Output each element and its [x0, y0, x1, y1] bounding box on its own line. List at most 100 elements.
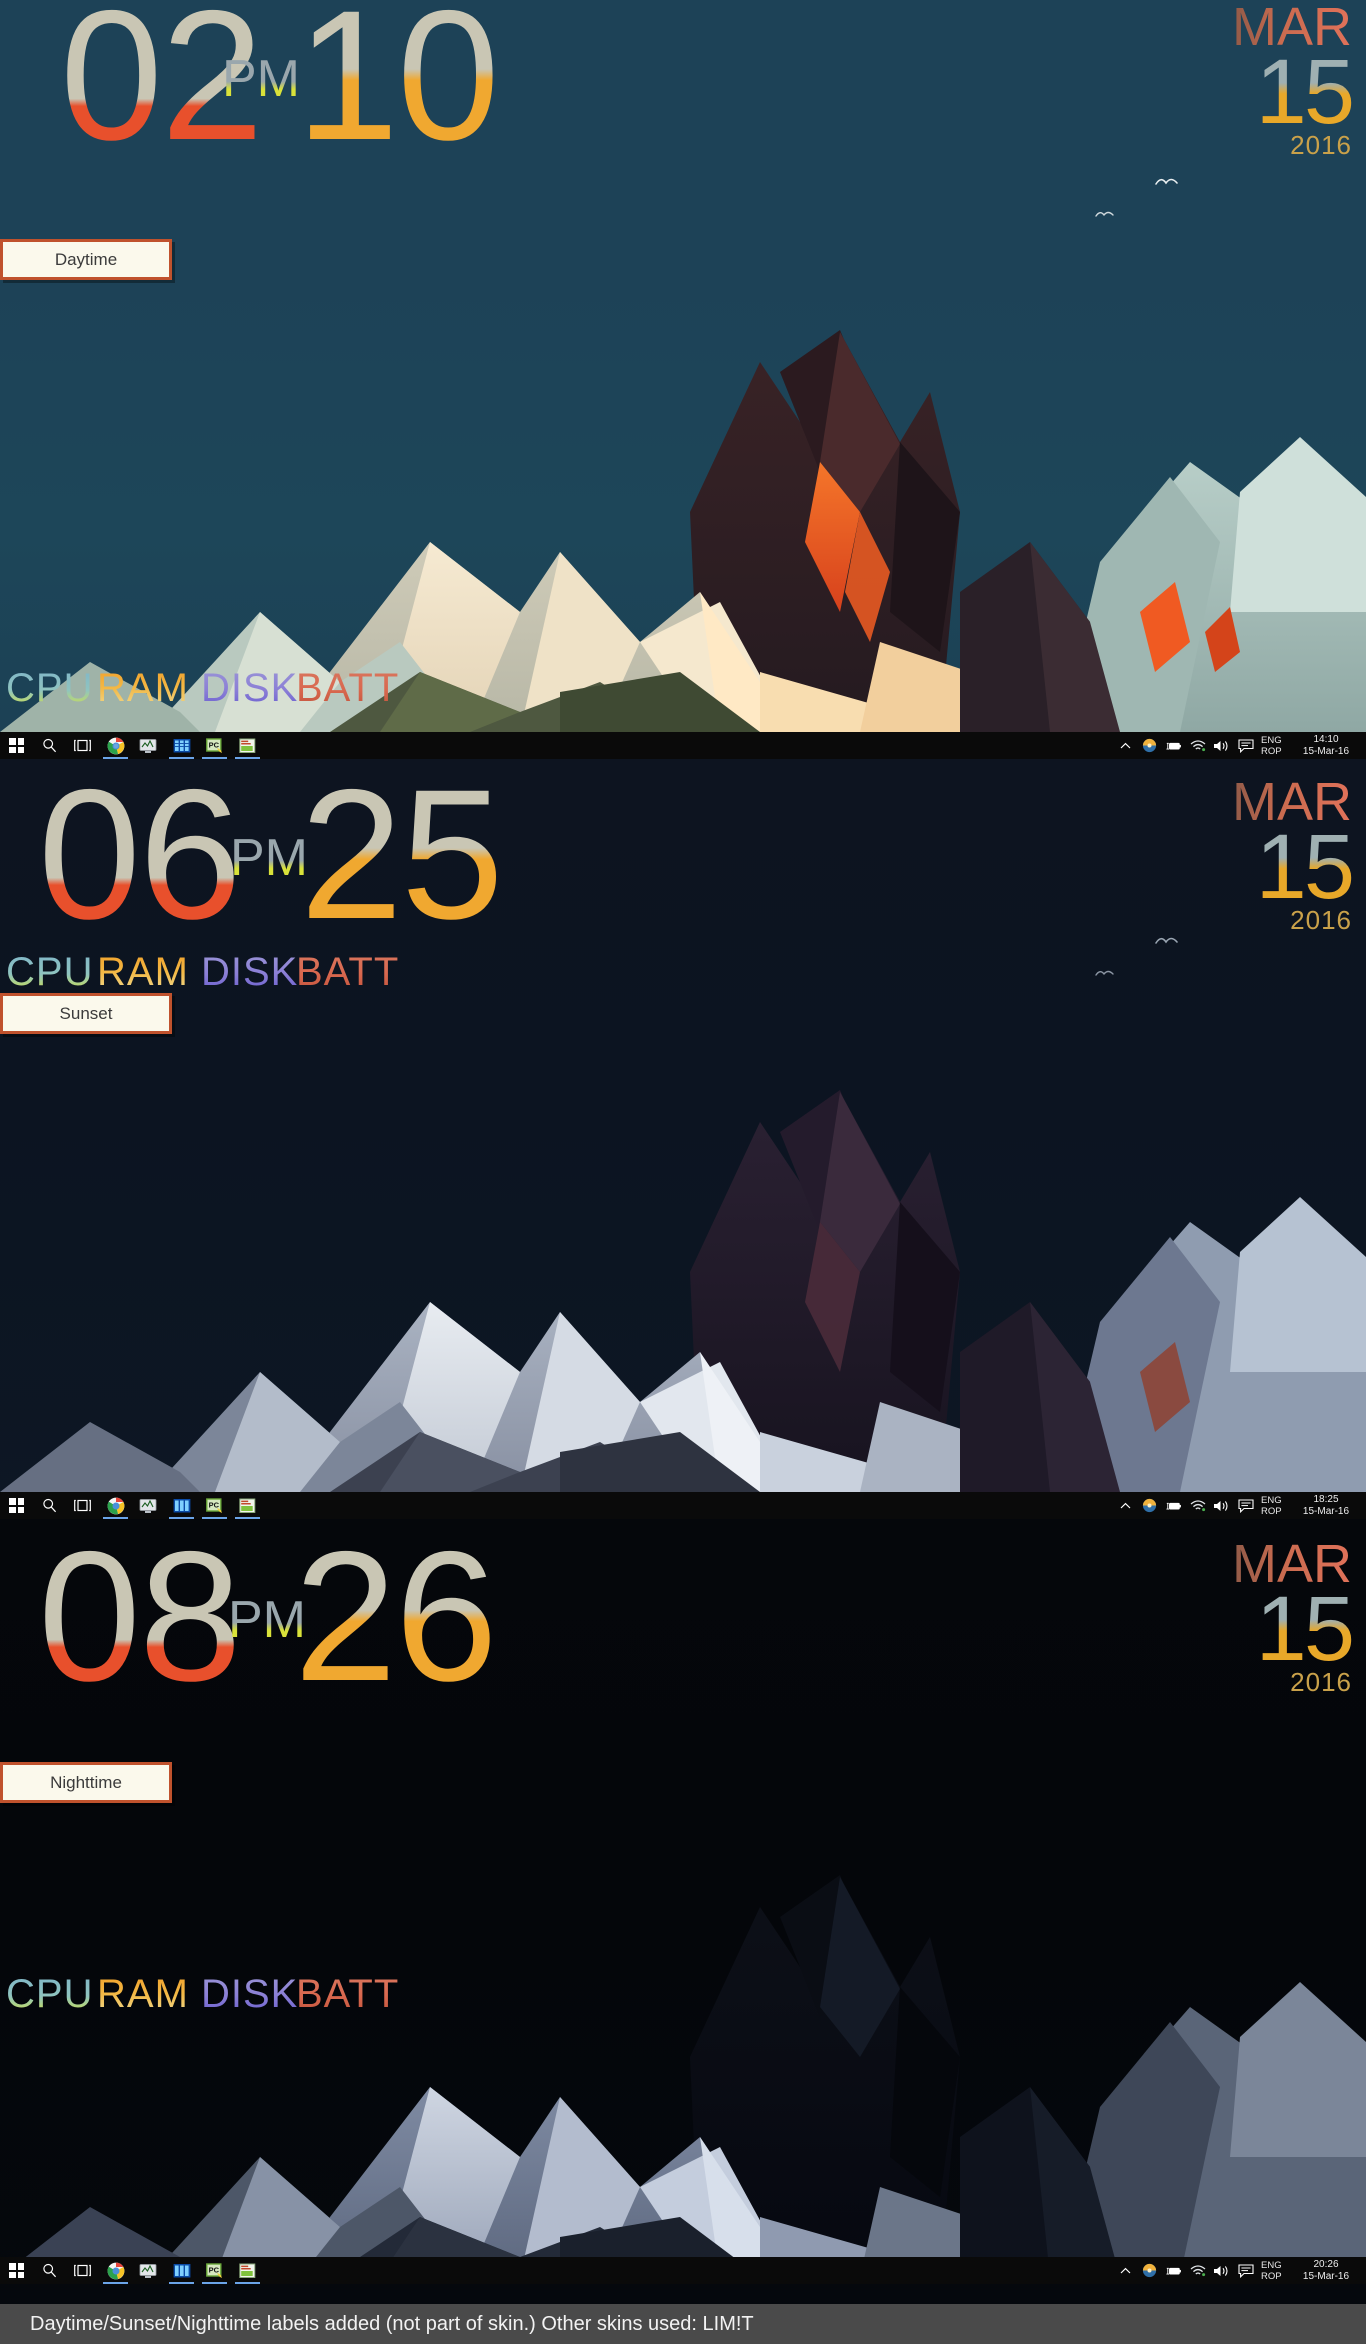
task-manager-button[interactable]: [165, 1492, 198, 1519]
search-button[interactable]: [33, 1492, 66, 1519]
bird-icon: [1155, 178, 1178, 185]
taskbar-clock[interactable]: 14:10 15-Mar-16: [1294, 734, 1358, 758]
taskbar-open-indicator: [202, 1517, 227, 1519]
weather-icon[interactable]: [1141, 1497, 1158, 1514]
task-manager-icon: [173, 2263, 190, 2277]
chrome-taskbar-button[interactable]: [99, 732, 132, 759]
task-view-button[interactable]: [66, 2257, 99, 2284]
action-center-icon[interactable]: [1237, 2262, 1254, 2279]
task-manager-button[interactable]: [165, 2257, 198, 2284]
task-view-button[interactable]: [66, 732, 99, 759]
taskbar-open-indicator: [202, 757, 227, 759]
taskbar-date: 15-Mar-16: [1302, 1505, 1350, 1517]
chart-app-button[interactable]: [231, 2257, 264, 2284]
battery-icon[interactable]: [1165, 1497, 1182, 1514]
taskbar-sunset[interactable]: PC ENG ROP 18:25 15-Mar-16: [0, 1492, 1366, 1519]
taskbar-time: 14:10: [1313, 733, 1339, 745]
chrome-taskbar-button[interactable]: [99, 2257, 132, 2284]
meter-label-disk: DISK: [201, 950, 299, 994]
task-view-icon: [74, 739, 91, 752]
taskbar-clock[interactable]: 20:26 15-Mar-16: [1294, 2259, 1358, 2283]
pc-app-button[interactable]: PC: [198, 2257, 231, 2284]
svg-text:PC: PC: [208, 740, 219, 749]
taskbar-empty-area[interactable]: [264, 732, 1117, 759]
volume-icon[interactable]: [1213, 2262, 1230, 2279]
chart-app-button[interactable]: [231, 1492, 264, 1519]
desktop-panel-sunset: 06 PM 25 MAR 15 2016 CPU RAM DISK BATT S…: [0, 759, 1366, 1519]
system-tray-sunset[interactable]: ENG ROP 18:25 15-Mar-16: [1117, 1492, 1366, 1519]
pc-icon: PC: [205, 737, 222, 753]
start-button[interactable]: [0, 2257, 33, 2284]
meter-label-cpu: CPU: [6, 950, 94, 994]
taskbar-date: 15-Mar-16: [1302, 2270, 1350, 2282]
annotation-label-nighttime: Nighttime: [0, 1762, 172, 1803]
wifi-icon[interactable]: [1189, 737, 1206, 754]
taskbar-empty-area[interactable]: [264, 1492, 1117, 1519]
task-view-icon: [74, 2264, 91, 2277]
start-button[interactable]: [0, 732, 33, 759]
date-day: 15: [1232, 46, 1355, 138]
monitor-app-button[interactable]: [132, 1492, 165, 1519]
monitor-icon: [139, 738, 157, 753]
search-button[interactable]: [33, 732, 66, 759]
start-icon: [9, 738, 24, 753]
system-tray-daytime[interactable]: ENG ROP 14:10 15-Mar-16: [1117, 732, 1366, 759]
wifi-icon[interactable]: [1189, 1497, 1206, 1514]
search-icon: [43, 1498, 57, 1513]
taskbar-pinned-items[interactable]: PC: [0, 1492, 264, 1519]
date-day: 15: [1232, 821, 1355, 913]
taskbar-pinned-items[interactable]: PC: [0, 2257, 264, 2284]
chart-app-button[interactable]: [231, 732, 264, 759]
caption-text: Daytime/Sunset/Nighttime labels added (n…: [30, 2312, 754, 2335]
chrome-icon: [107, 737, 124, 754]
bird-icon: [1095, 211, 1114, 217]
chevron-up-icon[interactable]: [1117, 1497, 1134, 1514]
task-view-button[interactable]: [66, 1492, 99, 1519]
action-center-icon[interactable]: [1237, 1497, 1254, 1514]
desktop-panel-nighttime: 08 PM 26 MAR 15 2016 CPU RAM DISK BATT N…: [0, 1519, 1366, 2304]
taskbar-nighttime[interactable]: PC ENG ROP 20:26 15-Mar-16: [0, 2257, 1366, 2284]
weather-icon[interactable]: [1141, 2262, 1158, 2279]
meter-label-cpu: CPU: [6, 1972, 94, 2016]
system-tray-nighttime[interactable]: ENG ROP 20:26 15-Mar-16: [1117, 2257, 1366, 2284]
annotation-text: Nighttime: [50, 1772, 122, 1792]
weather-icon[interactable]: [1141, 737, 1158, 754]
taskbar-pinned-items[interactable]: PC: [0, 732, 264, 759]
annotation-text: Daytime: [54, 249, 118, 269]
meter-label-ram: RAM: [97, 950, 189, 994]
taskbar-open-indicator: [202, 2282, 227, 2284]
chrome-icon: [107, 2262, 124, 2279]
pc-app-button[interactable]: PC: [198, 732, 231, 759]
battery-icon[interactable]: [1165, 737, 1182, 754]
search-icon: [43, 738, 57, 753]
caption-bar: Daytime/Sunset/Nighttime labels added (n…: [0, 2304, 1366, 2344]
volume-icon[interactable]: [1213, 737, 1230, 754]
search-button[interactable]: [33, 2257, 66, 2284]
date-year: 2016: [1290, 905, 1352, 935]
chrome-taskbar-button[interactable]: [99, 1492, 132, 1519]
svg-text:PC: PC: [208, 2265, 219, 2274]
monitor-app-button[interactable]: [132, 732, 165, 759]
pc-app-button[interactable]: PC: [198, 1492, 231, 1519]
wifi-icon[interactable]: [1189, 2262, 1206, 2279]
taskbar-open-indicator: [103, 2282, 128, 2284]
taskbar-empty-area[interactable]: [264, 2257, 1117, 2284]
start-button[interactable]: [0, 1492, 33, 1519]
monitor-app-button[interactable]: [132, 2257, 165, 2284]
chevron-up-icon[interactable]: [1117, 737, 1134, 754]
language-indicator[interactable]: ENG ROP: [1261, 1495, 1287, 1517]
battery-icon[interactable]: [1165, 2262, 1182, 2279]
bird-icon: [1155, 937, 1178, 944]
language-indicator[interactable]: ENG ROP: [1261, 2260, 1287, 2282]
meter-label-disk: DISK: [201, 1972, 299, 2016]
meter-label-ram: RAM: [97, 1972, 189, 2016]
chevron-up-icon[interactable]: [1117, 2262, 1134, 2279]
wallpaper-daytime: [0, 0, 1366, 759]
language-indicator[interactable]: ENG ROP: [1261, 735, 1287, 757]
task-manager-button[interactable]: [165, 732, 198, 759]
taskbar-daytime[interactable]: PC ENG ROP 14:10 15-Mar-16: [0, 732, 1366, 759]
taskbar-clock[interactable]: 18:25 15-Mar-16: [1294, 1494, 1358, 1518]
volume-icon[interactable]: [1213, 1497, 1230, 1514]
action-center-icon[interactable]: [1237, 737, 1254, 754]
date-widget-sunset: MAR 15 2016: [1232, 775, 1355, 935]
